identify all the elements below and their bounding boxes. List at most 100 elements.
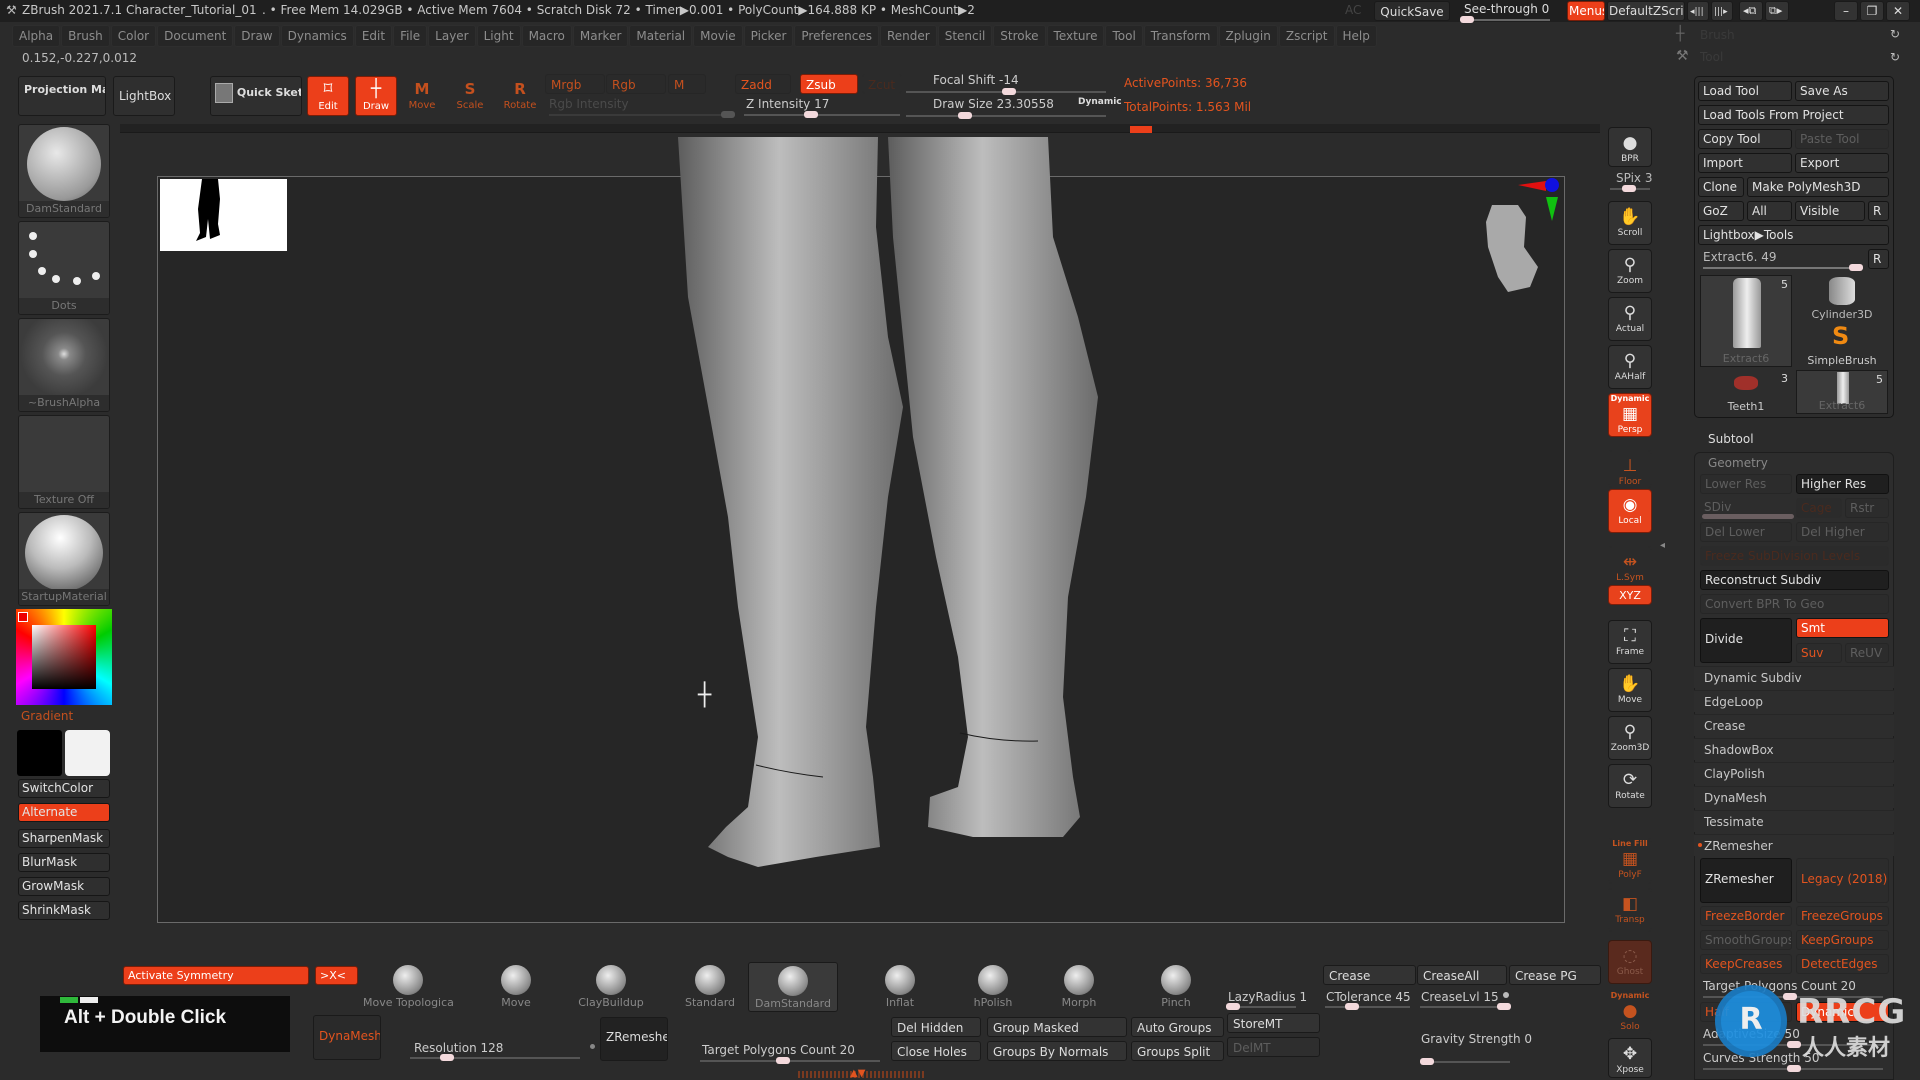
m-button[interactable]: M [668,74,706,94]
lightbox-button[interactable]: LightBox [113,76,175,116]
groups-by-normals-button[interactable]: Groups By Normals [987,1041,1127,1061]
z-intensity-slider[interactable] [744,111,900,118]
frame-button[interactable]: ⛶ Frame [1608,620,1652,664]
solo-button[interactable]: Dynamic ● Solo [1608,990,1652,1034]
menu-texture[interactable]: Texture [1046,25,1105,47]
reset-brush-icon[interactable]: ↻ [1890,27,1900,41]
menu-dynamics[interactable]: Dynamics [280,25,354,47]
keep-groups-toggle[interactable]: KeepGroups [1796,930,1889,950]
zremesher-button[interactable]: ZRemesher [1700,858,1792,903]
section-tessimate[interactable]: Tessimate [1694,810,1894,832]
timeline-track[interactable] [120,124,1600,133]
del-mt-button[interactable]: DelMT [1227,1037,1320,1057]
color-picker[interactable] [16,609,112,705]
smooth-groups-slider[interactable]: SmoothGroups [1700,930,1792,950]
lightbox-tools-button[interactable]: Lightbox▶Tools [1698,225,1889,245]
paste-tool-button[interactable]: Paste Tool [1795,129,1889,149]
grow-mask-button[interactable]: GrowMask [18,877,110,896]
brush-damstandard[interactable]: DamStandard [748,962,838,1012]
del-higher-button[interactable]: Del Higher [1796,522,1889,542]
menu-document[interactable]: Document [157,25,234,47]
goz-button[interactable]: GoZ [1698,201,1744,221]
alternate-button[interactable]: Alternate [18,803,110,822]
ctolerance-slider[interactable] [1325,1003,1410,1010]
texture-selector[interactable]: Texture Off [18,415,110,509]
l-sym-button[interactable]: ⇹ L.Sym [1608,546,1652,586]
crease-all-button[interactable]: CreaseAll [1417,965,1507,985]
collapse-shelf-icon[interactable]: ◂ [1660,540,1666,564]
tool-r-button[interactable]: R [1868,249,1889,269]
polyf-button[interactable]: Line Fill ▦ PolyF [1608,838,1652,884]
menu-movie[interactable]: Movie [693,25,743,47]
layout-right-icon[interactable]: ⧉▸ [1765,1,1789,21]
import-button[interactable]: Import [1698,153,1792,173]
rotate-mode-button[interactable]: R Rotate [500,78,540,116]
target-polygons-bottom-slider[interactable] [700,1057,880,1064]
scroll-left-icon[interactable]: ◂||| [1687,1,1709,21]
brush-hpolish[interactable]: hPolish [948,962,1038,1012]
keep-creases-toggle[interactable]: KeepCreases [1700,954,1792,974]
menu-material[interactable]: Material [629,25,693,47]
x-symmetry-button[interactable]: >X< [315,966,358,985]
navigation-thumbnail[interactable] [160,179,287,251]
subtool-section[interactable]: Subtool [1708,432,1754,446]
section-edgeloop[interactable]: EdgeLoop [1694,690,1894,712]
del-hidden-button[interactable]: Del Hidden [891,1017,981,1037]
lower-res-button[interactable]: Lower Res [1700,474,1792,494]
section-crease[interactable]: Crease [1694,714,1894,736]
menu-file[interactable]: File [393,25,428,47]
zremesher-bottom-button[interactable]: ZRemesher [600,1017,668,1061]
curves-strength-slider[interactable] [1703,1065,1883,1072]
material-selector[interactable]: StartupMaterial [18,512,110,606]
make-polymesh-button[interactable]: Make PolyMesh3D [1747,177,1889,197]
sharpen-mask-button[interactable]: SharpenMask [18,829,110,848]
menu-draw[interactable]: Draw [234,25,280,47]
quick-sketch-button[interactable]: Quick Sketch [210,76,302,116]
crease-level-slider[interactable] [1420,1003,1511,1010]
brush-move[interactable]: Move [471,962,561,1012]
del-lower-button[interactable]: Del Lower [1700,522,1792,542]
brush-pinch[interactable]: Pinch [1131,962,1221,1012]
ghost-button[interactable]: ◌ Ghost [1608,940,1652,984]
export-button[interactable]: Export [1795,153,1889,173]
load-tools-from-project-button[interactable]: Load Tools From Project [1698,105,1889,125]
menu-picker[interactable]: Picker [743,25,794,47]
section-shadowbox[interactable]: ShadowBox [1694,738,1894,760]
menus-button[interactable]: Menus [1567,1,1605,21]
tool-thumb-simplebrush[interactable]: S SimpleBrush [1796,322,1888,367]
reset-tool-icon[interactable]: ↻ [1890,50,1900,64]
scroll-button[interactable]: ✋ Scroll [1608,201,1652,245]
tool-thumb-extract6[interactable]: 5 Extract6 [1700,275,1792,367]
floor-button[interactable]: ⊥ Floor [1608,450,1652,488]
suv-toggle[interactable]: Suv [1796,643,1842,663]
store-mt-button[interactable]: StoreMT [1227,1013,1320,1033]
freeze-subdivision-levels-button[interactable]: Freeze SubDivision Levels [1700,546,1889,566]
move-mode-button[interactable]: M Move [404,78,440,116]
menu-stroke[interactable]: Stroke [993,25,1046,47]
tool-thumb-teeth1[interactable]: 3 Teeth1 [1700,370,1792,414]
layout-left-icon[interactable]: ◂⧉ [1739,1,1763,21]
dynamic-size-toggle[interactable]: Dynamic [1078,97,1122,107]
resolution-slider[interactable] [410,1054,580,1061]
rstr-button[interactable]: Rstr [1845,498,1889,518]
brush-morph[interactable]: Morph [1034,962,1124,1012]
move-button[interactable]: ✋ Move [1608,668,1652,712]
restore-icon[interactable]: ❐ [1860,1,1884,21]
xyz-button[interactable]: ⟲XYZ [1608,585,1652,605]
zadd-button[interactable]: Zadd [735,74,791,94]
crease-pg-button[interactable]: Crease PG [1509,965,1601,985]
aahalf-button[interactable]: ⚲ AAHalf [1608,345,1652,389]
alpha-selector[interactable]: ~BrushAlpha [18,318,110,412]
reuv-button[interactable]: ReUV [1845,643,1889,663]
tool-thumb-extract6-b[interactable]: 5 Extract6 [1796,370,1888,414]
spix-slider[interactable] [1610,185,1650,192]
copy-tool-button[interactable]: Copy Tool [1698,129,1792,149]
quicksave-button[interactable]: QuickSave [1374,1,1450,21]
zoom-button[interactable]: ⚲ Zoom [1608,249,1652,293]
primary-color-swatch[interactable] [65,730,110,776]
zsub-button[interactable]: Zsub [800,74,858,94]
dynamesh-button[interactable]: DynaMesh [313,1015,381,1060]
detect-edges-toggle[interactable]: DetectEdges [1796,954,1889,974]
section-claypolish[interactable]: ClayPolish [1694,762,1894,784]
section-dynamic-subdiv[interactable]: Dynamic Subdiv [1694,666,1894,688]
